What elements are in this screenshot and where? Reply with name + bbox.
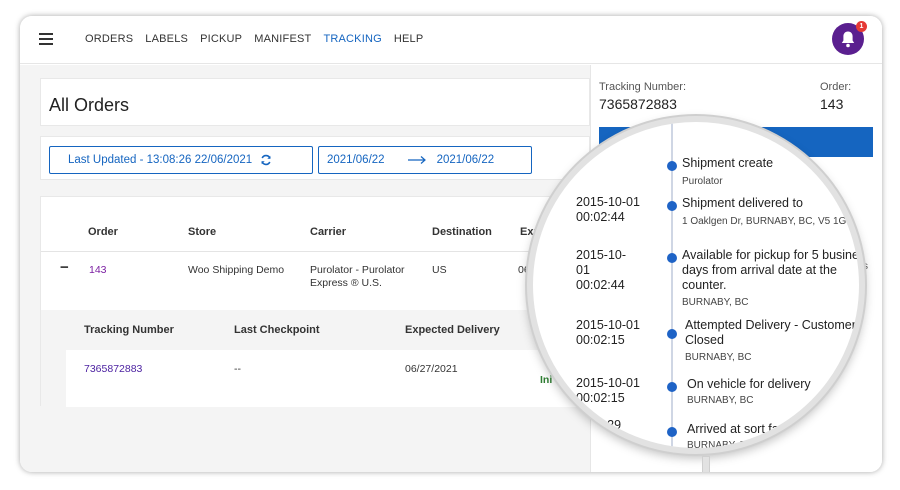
notification-badge: 1 bbox=[856, 21, 867, 32]
tracking-number-value: 7365872883 bbox=[599, 96, 677, 112]
timeline-dot bbox=[667, 161, 677, 171]
event-location: BURNABY, BC bbox=[685, 352, 752, 363]
event-time: 2015-10-01 00:02:44 bbox=[576, 195, 640, 224]
timeline-line bbox=[671, 122, 673, 448]
timeline-dot bbox=[667, 253, 677, 263]
event-time: 2015-10-01 00:02:15 bbox=[576, 376, 640, 405]
col-header-destination: Destination bbox=[432, 226, 492, 238]
event-location: Purolator bbox=[682, 176, 723, 187]
expected-delivery-cell: 06/27/2021 bbox=[405, 363, 458, 375]
arrow-right-icon bbox=[407, 156, 426, 164]
date-to: 2021/06/22 bbox=[436, 154, 495, 166]
event-title: Shipment delivered to bbox=[682, 196, 803, 210]
collapse-row-button[interactable]: − bbox=[60, 260, 69, 275]
timeline-dot bbox=[667, 329, 677, 339]
timeline-dot bbox=[667, 201, 677, 211]
col-header-carrier: Carrier bbox=[310, 226, 347, 238]
timeline-dot bbox=[667, 382, 677, 392]
sub-header-last-checkpoint: Last Checkpoint bbox=[234, 324, 320, 336]
divider bbox=[41, 251, 591, 252]
main-nav: ORDERS LABELS PICKUP MANIFEST TRACKING H… bbox=[85, 33, 435, 45]
event-location: BURNABY, BC bbox=[687, 395, 754, 406]
status-badge: Ini bbox=[540, 374, 553, 386]
timeline-dot bbox=[667, 427, 677, 437]
title-card: All Orders bbox=[40, 78, 590, 126]
event-title: Arrived at sort facility bbox=[687, 422, 804, 436]
event-title: Available for pickup for 5 business days… bbox=[682, 248, 865, 292]
event-title: Attempted Delivery - Customer Closed bbox=[685, 318, 856, 347]
orders-table: Order Store Carrier Destination Expe − 1… bbox=[40, 196, 591, 407]
event-location: 1 Oaklgen Dr, BURNABY, BC, V5 1G7 bbox=[682, 216, 852, 227]
destination-cell: US bbox=[432, 264, 447, 276]
nav-pickup[interactable]: PICKUP bbox=[200, 33, 242, 45]
order-link[interactable]: 143 bbox=[89, 264, 107, 277]
date-range-picker[interactable]: 2021/06/22 2021/06/22 bbox=[318, 146, 532, 174]
order-value: 143 bbox=[820, 96, 844, 112]
store-cell: Woo Shipping Demo bbox=[188, 264, 285, 276]
tracking-subrow: 7365872883 -- 06/27/2021 Ini bbox=[66, 350, 591, 407]
main-content: All Orders Last Updated - 13:08:26 22/06… bbox=[20, 65, 591, 472]
order-label: Order: bbox=[820, 81, 852, 93]
refresh-icon bbox=[261, 154, 271, 166]
bell-icon bbox=[841, 31, 855, 48]
event-location: BURNABY, BC bbox=[682, 297, 749, 308]
magnifier-handle bbox=[702, 456, 710, 472]
app-window: ORDERS LABELS PICKUP MANIFEST TRACKING H… bbox=[20, 16, 882, 472]
nav-help[interactable]: HELP bbox=[394, 33, 424, 45]
nav-orders[interactable]: ORDERS bbox=[85, 33, 133, 45]
last-checkpoint-cell: -- bbox=[234, 363, 241, 375]
tracking-number-link[interactable]: 7365872883 bbox=[84, 363, 142, 376]
magnifier-lens: Shipment create Purolator 2015-10-01 00:… bbox=[527, 116, 865, 454]
event-time: 2015-10-01 00:02:15 bbox=[576, 318, 640, 347]
hamburger-menu-icon[interactable] bbox=[39, 33, 53, 45]
event-time: 2015-10-01 00:02:44 bbox=[576, 248, 627, 292]
nav-manifest[interactable]: MANIFEST bbox=[254, 33, 311, 45]
page-title: All Orders bbox=[49, 95, 130, 115]
date-from: 2021/06/22 bbox=[327, 154, 385, 166]
top-navigation-bar: ORDERS LABELS PICKUP MANIFEST TRACKING H… bbox=[20, 16, 882, 64]
sub-header-tracking-number: Tracking Number bbox=[84, 324, 174, 336]
last-updated-button[interactable]: Last Updated - 13:08:26 22/06/2021 bbox=[49, 146, 313, 174]
event-time: -29 bbox=[603, 418, 622, 432]
col-header-store: Store bbox=[188, 226, 217, 238]
nav-tracking[interactable]: TRACKING bbox=[323, 33, 381, 45]
event-title: Shipment create bbox=[682, 156, 774, 170]
carrier-cell: Purolator - Purolator Express ® U.S. bbox=[310, 264, 405, 289]
event-title: On vehicle for delivery bbox=[687, 377, 811, 391]
nav-labels[interactable]: LABELS bbox=[145, 33, 188, 45]
filter-bar: Last Updated - 13:08:26 22/06/2021 2021/… bbox=[40, 136, 590, 180]
last-updated-label: Last Updated - 13:08:26 22/06/2021 bbox=[68, 154, 253, 166]
col-header-order: Order bbox=[88, 226, 118, 238]
tracking-subtable: Tracking Number Last Checkpoint Expected… bbox=[41, 310, 591, 407]
tracking-number-label: Tracking Number: bbox=[599, 81, 687, 93]
sub-header-expected-delivery: Expected Delivery bbox=[405, 324, 500, 336]
